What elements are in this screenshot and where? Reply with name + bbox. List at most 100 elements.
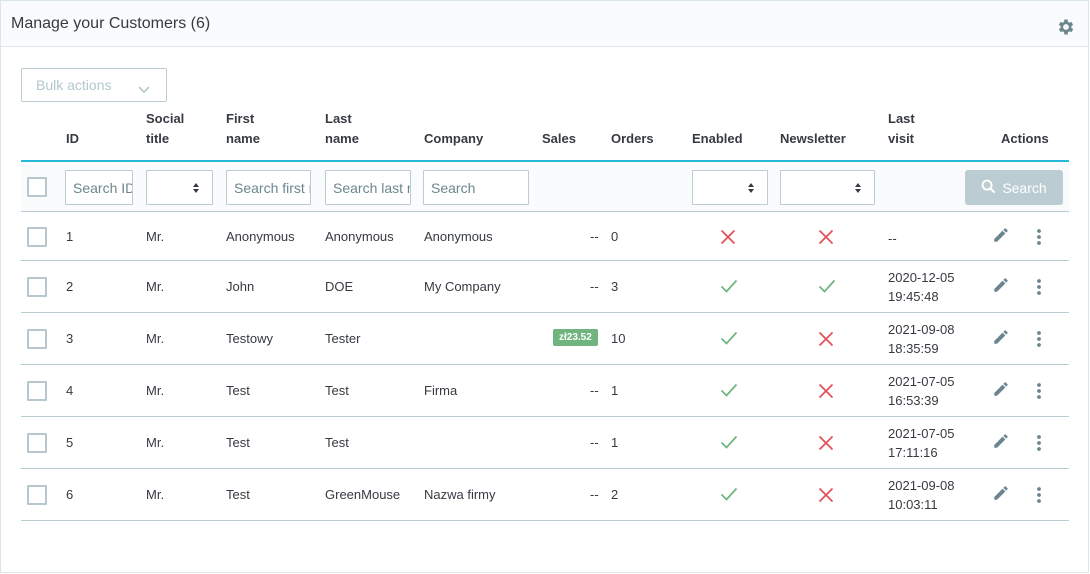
cell-last-visit: 2021-07-05 16:53:39 [888,374,955,408]
kebab-menu-icon[interactable] [1037,382,1041,403]
pencil-icon[interactable] [992,380,1010,401]
col-id[interactable]: ID [66,129,79,149]
col-company[interactable]: Company [424,129,483,149]
cell-last-name: DOE [325,279,354,294]
cell-orders: 1 [611,383,619,398]
cell-first-name: Test [226,383,250,398]
id-filter-input[interactable] [65,170,133,205]
cell-company: Anonymous [424,228,493,244]
row-checkbox[interactable] [27,485,47,505]
cell-sales: -- [590,383,599,398]
cell-last-visit: 2021-09-08 18:35:59 [888,322,955,356]
cross-icon[interactable] [818,229,834,248]
cell-id: 2 [66,279,74,294]
company-filter-input[interactable] [423,170,529,205]
kebab-menu-icon[interactable] [1037,278,1041,299]
col-newsletter[interactable]: Newsletter [780,129,846,149]
check-icon[interactable] [818,279,836,296]
sort-arrows-icon [192,182,200,197]
pencil-icon[interactable] [992,328,1010,349]
col-orders[interactable]: Orders [611,129,654,149]
col-social-title[interactable]: Social title [146,109,184,149]
check-icon[interactable] [720,487,738,504]
check-icon[interactable] [720,331,738,348]
cell-first-name: Anonymous [226,228,295,244]
cross-icon[interactable] [720,229,736,248]
cross-icon[interactable] [818,435,834,454]
cell-id: 1 [66,228,74,244]
cross-icon[interactable] [818,487,834,506]
cell-last-name: Test [325,383,349,398]
cross-icon[interactable] [818,383,834,402]
table-row: 4 Mr. Test Test Firma -- 1 2021-07-05 16:53:39 [21,365,1069,417]
pencil-icon[interactable] [992,484,1010,505]
customers-grid: ID Social title First name Last name Compan… [21,111,1069,521]
row-checkbox[interactable] [27,277,47,297]
customers-panel: Manage your Customers (6) Bulk actions I… [0,0,1089,573]
cell-last-name: Test [325,435,349,450]
check-icon[interactable] [720,279,738,296]
check-icon[interactable] [720,383,738,400]
cell-last-visit: 2021-07-05 17:11:16 [888,426,955,460]
search-button-label: Search [1002,179,1047,196]
table-row: 5 Mr. Test Test -- 1 2021-07-05 17:11:16 [21,417,1069,469]
kebab-menu-icon[interactable] [1037,228,1041,249]
enabled-select[interactable] [692,170,768,205]
row-checkbox[interactable] [27,329,47,349]
cell-last-name: GreenMouse [325,487,401,502]
cell-orders: 0 [611,228,619,244]
cell-sales: -- [590,228,599,244]
pencil-icon[interactable] [992,276,1010,297]
cell-last-visit: -- [888,230,897,246]
cell-sales: -- [590,279,599,294]
table-row: 1 Mr. Anonymous Anonymous Anonymous -- 0 -- [21,212,1069,261]
pencil-icon[interactable] [992,432,1010,453]
col-actions: Actions [1001,131,1049,146]
chevron-down-icon [138,81,150,97]
kebab-menu-icon[interactable] [1037,330,1041,351]
cross-icon[interactable] [818,331,834,350]
gear-icon[interactable] [1056,17,1076,37]
search-icon [981,179,996,197]
filter-row: Search [21,162,1069,212]
cell-social-title: Mr. [146,383,165,398]
last-name-filter-input[interactable] [325,170,411,205]
cell-first-name: Test [226,435,250,450]
cell-first-name: Testowy [226,331,273,346]
sort-arrows-icon [854,182,862,197]
col-last-name[interactable]: Last name [325,109,359,149]
col-sales[interactable]: Sales [542,129,576,149]
cell-company: Firma [424,383,458,398]
kebab-menu-icon[interactable] [1037,486,1041,507]
newsletter-select[interactable] [780,170,875,205]
cell-id: 5 [66,435,74,450]
kebab-menu-icon[interactable] [1037,434,1041,455]
cell-last-visit: 2020-12-05 19:45:48 [888,270,955,304]
check-icon[interactable] [720,435,738,452]
cell-social-title: Mr. [146,228,165,244]
col-first-name[interactable]: First name [226,109,260,149]
table-row: 3 Mr. Testowy Tester zł23.52 10 2021-09-08 18:… [21,313,1069,365]
cell-orders: 3 [611,279,619,294]
col-last-visit[interactable]: Last visit [888,109,915,149]
cell-id: 4 [66,383,74,398]
select-all-checkbox[interactable] [27,177,47,197]
cell-company: Nazwa firmy [424,487,496,502]
row-checkbox[interactable] [27,381,47,401]
panel-header: Manage your Customers (6) [1,1,1088,47]
social-title-select[interactable] [146,170,213,205]
row-checkbox[interactable] [27,433,47,453]
table-row: 6 Mr. Test GreenMouse Nazwa firmy -- 2 2021-09-… [21,469,1069,521]
search-button[interactable]: Search [965,170,1063,205]
cell-social-title: Mr. [146,331,165,346]
cell-social-title: Mr. [146,435,165,450]
cell-sales: -- [590,487,599,502]
cell-last-name: Tester [325,331,361,346]
cell-orders: 2 [611,487,619,502]
first-name-filter-input[interactable] [226,170,311,205]
table-row: 2 Mr. John DOE My Company -- 3 2020-12-05 19:45… [21,261,1069,313]
col-enabled[interactable]: Enabled [692,129,743,149]
pencil-icon[interactable] [992,226,1010,247]
bulk-actions-button[interactable]: Bulk actions [21,68,167,102]
row-checkbox[interactable] [27,226,47,247]
